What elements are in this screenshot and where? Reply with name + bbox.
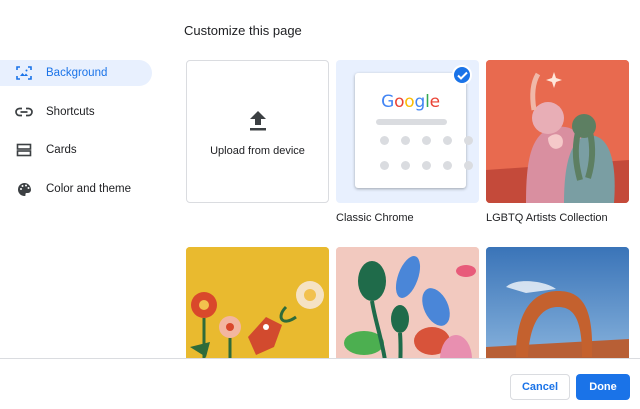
sidebar-item-label: Color and theme <box>46 183 132 196</box>
dialog-title: Customize this page <box>184 23 302 38</box>
delicate-arch-tile[interactable] <box>486 247 629 358</box>
link-icon <box>15 104 33 120</box>
upload-label: Upload from device <box>210 145 305 157</box>
selected-check-icon <box>452 65 472 85</box>
background-icon <box>15 65 33 81</box>
sidebar-item-label: Shortcuts <box>46 105 95 118</box>
background-grid: Upload from device Google Classic Chrome… <box>186 60 630 358</box>
upload-from-device-tile[interactable]: Upload from device <box>186 60 329 203</box>
sidebar-item-background[interactable]: Background <box>0 60 152 86</box>
sidebar-item-color-theme[interactable]: Color and theme <box>0 176 160 202</box>
sidebar-item-shortcuts[interactable]: Shortcuts <box>0 99 160 125</box>
classic-chrome-preview: Google <box>355 73 473 188</box>
plants-artwork-image <box>336 247 479 358</box>
plants-art-tile[interactable] <box>336 247 479 358</box>
arch-photo-image <box>486 247 629 358</box>
sidebar-item-label: Cards <box>46 144 77 157</box>
done-button[interactable]: Done <box>576 374 630 400</box>
flowers-art-tile[interactable] <box>186 247 329 358</box>
shortcut-dots <box>380 136 473 170</box>
footer-divider <box>0 358 640 359</box>
cancel-button[interactable]: Cancel <box>510 374 570 400</box>
lgbtq-caption: LGBTQ Artists Collection <box>486 212 608 224</box>
sidebar-item-cards[interactable]: Cards <box>0 137 160 163</box>
flowers-artwork-image <box>186 247 329 358</box>
lgbtq-artists-tile[interactable] <box>486 60 629 203</box>
classic-chrome-tile[interactable]: Google <box>336 60 479 203</box>
sidebar-item-label: Background <box>46 67 108 79</box>
classic-chrome-caption: Classic Chrome <box>336 212 414 224</box>
google-logo: Google <box>381 92 440 112</box>
lgbtq-artwork-image <box>486 60 629 203</box>
cards-icon <box>15 142 33 158</box>
search-bar-placeholder <box>376 119 447 125</box>
sidebar: Background Shortcuts Cards Color and the… <box>0 60 160 215</box>
palette-icon <box>15 181 33 197</box>
upload-icon <box>247 110 269 137</box>
